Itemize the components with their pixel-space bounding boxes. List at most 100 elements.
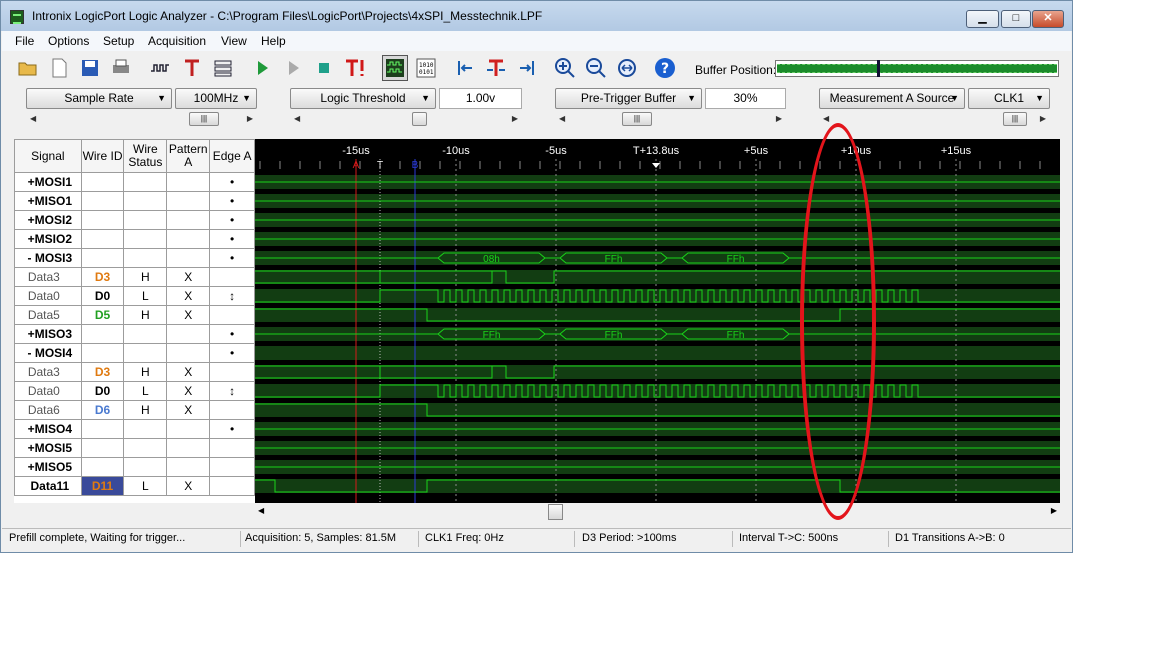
logic-threshold-scroll-thumb[interactable] [412, 112, 427, 126]
run-icon[interactable] [249, 55, 275, 81]
pattern-a-cell[interactable]: X [166, 400, 211, 420]
close-button[interactable]: ✕ [1032, 10, 1064, 28]
table-row[interactable]: - MOSI3 • [14, 248, 255, 268]
sample-rate-scroll-thumb[interactable]: ||| [189, 112, 219, 126]
wire-id-cell[interactable]: D3 [80, 362, 125, 382]
menu-view[interactable]: View [221, 34, 247, 48]
col-edge-a-header[interactable]: Edge A [209, 139, 255, 173]
pattern-a-cell[interactable] [166, 419, 211, 439]
sample-rate-dropdown[interactable]: Sample Rate ▼ [26, 88, 172, 109]
table-row[interactable]: +MOSI2 • [14, 210, 255, 230]
wire-status-cell[interactable] [123, 248, 168, 268]
signal-name-cell[interactable]: Data11 [14, 476, 82, 496]
print-icon[interactable] [108, 55, 134, 81]
wire-status-cell[interactable]: L [123, 476, 168, 496]
signal-name-cell[interactable]: - MOSI3 [14, 248, 82, 268]
col-pattern-a-header[interactable]: Pattern A [166, 139, 211, 173]
wire-id-cell[interactable] [80, 248, 125, 268]
wire-status-cell[interactable] [123, 457, 168, 477]
signal-name-cell[interactable]: Data5 [14, 305, 82, 325]
scroll-right-icon[interactable]: ▶ [776, 114, 782, 123]
edge-a-cell[interactable] [209, 362, 255, 382]
state-list-view-icon[interactable]: 1010 0101 [413, 55, 439, 81]
signal-name-cell[interactable]: Data3 [14, 267, 82, 287]
signal-name-cell[interactable]: +MISO4 [14, 419, 82, 439]
wire-id-cell[interactable]: D11 [80, 476, 125, 496]
table-row[interactable]: +MOSI5 [14, 438, 255, 458]
buffer-position-slider[interactable] [775, 60, 1059, 77]
pattern-a-cell[interactable]: X [166, 267, 211, 287]
pattern-a-cell[interactable]: X [166, 305, 211, 325]
wire-id-cell[interactable]: D0 [80, 286, 125, 306]
wire-status-cell[interactable]: L [123, 381, 168, 401]
wire-id-cell[interactable] [80, 457, 125, 477]
table-row[interactable]: +MISO1 • [14, 191, 255, 211]
wire-id-cell[interactable]: D5 [80, 305, 125, 325]
new-file-icon[interactable] [46, 55, 72, 81]
pattern-a-cell[interactable] [166, 172, 211, 192]
wire-id-cell[interactable] [80, 191, 125, 211]
zoom-out-icon[interactable] [583, 55, 609, 81]
waveform-canvas[interactable]: -15us-10us-5usT+13.8us+5us+10us+15usATB0… [255, 139, 1060, 503]
signal-name-cell[interactable]: +MOSI1 [14, 172, 82, 192]
table-row[interactable]: Data0 D0 L X ↕ [14, 381, 255, 401]
menu-help[interactable]: Help [261, 34, 286, 48]
wire-status-cell[interactable]: H [123, 362, 168, 382]
col-wire-id-header[interactable]: Wire ID [80, 139, 125, 173]
signal-name-cell[interactable]: +MOSI2 [14, 210, 82, 230]
wire-id-cell[interactable]: D3 [80, 267, 125, 287]
table-row[interactable]: Data3 D3 H X [14, 267, 255, 287]
menu-setup[interactable]: Setup [103, 34, 134, 48]
col-wire-status-header[interactable]: Wire Status [123, 139, 168, 173]
menu-options[interactable]: Options [48, 34, 89, 48]
goto-end-icon[interactable] [514, 55, 540, 81]
open-folder-icon[interactable] [15, 55, 41, 81]
scroll-left-icon[interactable]: ◀ [30, 114, 36, 123]
edge-a-cell[interactable]: ↕ [209, 381, 255, 401]
waveform-scroll-thumb[interactable] [548, 504, 563, 520]
pretrigger-scrollbar[interactable]: ◀ ||| ▶ [555, 112, 786, 127]
title-bar[interactable]: Intronix LogicPort Logic Analyzer - C:\P… [1, 1, 1072, 31]
col-signal-header[interactable]: Signal [14, 139, 82, 173]
waveform-scrollbar[interactable]: ◀ ▶ [255, 504, 1060, 520]
edge-a-cell[interactable]: • [209, 248, 255, 268]
table-row[interactable]: +MISO4 • [14, 419, 255, 439]
edge-a-cell[interactable]: • [209, 229, 255, 249]
menu-file[interactable]: File [15, 34, 34, 48]
signal-name-cell[interactable]: - MOSI4 [14, 343, 82, 363]
wire-status-cell[interactable] [123, 324, 168, 344]
signal-name-cell[interactable]: +MISO5 [14, 457, 82, 477]
table-row[interactable]: +MISO3 • [14, 324, 255, 344]
signal-name-cell[interactable]: +MISO3 [14, 324, 82, 344]
signal-name-cell[interactable]: Data3 [14, 362, 82, 382]
pattern-a-cell[interactable]: X [166, 381, 211, 401]
wire-status-cell[interactable] [123, 438, 168, 458]
wire-id-cell[interactable] [80, 324, 125, 344]
wire-status-cell[interactable] [123, 419, 168, 439]
pattern-a-cell[interactable] [166, 343, 211, 363]
wire-status-cell[interactable] [123, 229, 168, 249]
table-row[interactable]: Data6 D6 H X [14, 400, 255, 420]
sample-rate-value-dropdown[interactable]: 100MHz ▼ [175, 88, 257, 109]
logic-threshold-input[interactable]: 1.00v [439, 88, 522, 109]
pattern-a-cell[interactable] [166, 191, 211, 211]
scroll-left-icon[interactable]: ◀ [559, 114, 565, 123]
edge-a-cell[interactable] [209, 305, 255, 325]
buffer-position-thumb[interactable] [876, 60, 880, 77]
measurement-scroll-thumb[interactable]: ||| [1003, 112, 1027, 126]
wire-id-cell[interactable]: D6 [80, 400, 125, 420]
menu-acquisition[interactable]: Acquisition [148, 34, 206, 48]
pattern-a-cell[interactable] [166, 210, 211, 230]
pattern-a-cell[interactable] [166, 248, 211, 268]
signal-name-cell[interactable]: +MISO1 [14, 191, 82, 211]
sample-rate-scrollbar[interactable]: ◀ ||| ▶ [26, 112, 257, 127]
wire-status-cell[interactable] [123, 191, 168, 211]
edge-a-cell[interactable]: • [209, 324, 255, 344]
zoom-in-icon[interactable] [552, 55, 578, 81]
edge-a-cell[interactable]: • [209, 343, 255, 363]
goto-trigger-icon[interactable] [483, 55, 509, 81]
wire-id-cell[interactable]: D0 [80, 381, 125, 401]
stop-icon[interactable] [311, 55, 337, 81]
measurement-source-dropdown[interactable]: Measurement A Source ▼ [819, 88, 965, 109]
edge-a-cell[interactable] [209, 457, 255, 477]
